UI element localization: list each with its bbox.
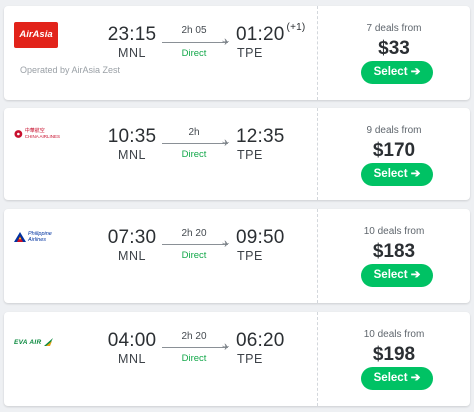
airline-logo-eva-air: EVA AIR — [14, 338, 53, 346]
route-line — [162, 143, 228, 144]
departure-airport-code: MNL — [118, 249, 146, 263]
flight-card[interactable]: EVA AIR 04:00 MNL 2h 20 ✈ Direct 06:20 T… — [4, 312, 470, 406]
route-line — [162, 42, 228, 43]
departure-airport-code: MNL — [118, 148, 146, 162]
route-line — [162, 347, 228, 348]
price: $170 — [372, 140, 416, 161]
airline-logo-china-airlines: 中華航空 CHINA AIRLINES — [14, 128, 60, 140]
pal-logo-mark: Philippine Airlines — [14, 231, 62, 243]
plane-icon: ✈ — [222, 239, 230, 249]
stops-label: Direct — [181, 48, 207, 59]
plane-icon: ✈ — [222, 37, 230, 47]
select-button[interactable]: Select ➔ — [361, 61, 433, 84]
price-panel: 9 deals from $170 Select ➔ — [318, 108, 470, 200]
deals-count: 10 deals from — [363, 329, 425, 340]
flight-duration: 2h 20 — [181, 228, 207, 239]
eva-logo-mark: EVA AIR — [14, 338, 53, 346]
flight-info: EVA AIR 04:00 MNL 2h 20 ✈ Direct 06:20 T… — [4, 312, 316, 406]
departure-time: 23:15 — [107, 24, 157, 45]
operated-by-text: Operated by AirAsia Zest — [20, 65, 121, 75]
price: $198 — [372, 344, 416, 365]
flight-info: Philippine Airlines 07:30 MNL 2h 20 ✈ Di… — [4, 209, 316, 303]
departure-airport-code: MNL — [118, 46, 146, 60]
stops-label: Direct — [181, 353, 207, 364]
arrival-time: 06:20 — [236, 330, 285, 351]
pal-flag-icon — [14, 232, 26, 242]
select-button[interactable]: Select ➔ — [361, 264, 433, 287]
plane-icon: ✈ — [222, 342, 230, 352]
arrival-airport-code: TPE — [237, 46, 263, 60]
arrival-time: 09:50 — [236, 227, 285, 248]
arrival-airport-code: TPE — [237, 352, 263, 366]
flight-info: 中華航空 CHINA AIRLINES 10:35 MNL 2h ✈ Direc… — [4, 108, 316, 200]
eva-wing-icon — [43, 338, 53, 346]
eva-logo-text: EVA AIR — [14, 338, 42, 346]
pal-logo-text: Philippine Airlines — [28, 231, 52, 243]
arrival-airport-code: TPE — [237, 249, 263, 263]
departure-airport-code: MNL — [118, 352, 146, 366]
flight-card[interactable]: Philippine Airlines 07:30 MNL 2h 20 ✈ Di… — [4, 209, 470, 303]
flight-duration: 2h 05 — [181, 25, 207, 36]
deals-count: 7 deals from — [366, 23, 422, 34]
arrival-airport-code: TPE — [237, 148, 263, 162]
departure-time: 04:00 — [107, 330, 157, 351]
price: $33 — [378, 38, 410, 59]
arrival-time-group: 01:20 (+1) — [236, 22, 306, 46]
departure-time: 10:35 — [107, 126, 157, 147]
departure-time: 07:30 — [107, 227, 157, 248]
arrival-time: 01:20 — [236, 24, 285, 45]
china-airlines-logo-mark: 中華航空 CHINA AIRLINES — [14, 128, 60, 140]
price-panel: 10 deals from $198 Select ➔ — [318, 312, 470, 406]
stops-label: Direct — [181, 250, 207, 261]
price: $183 — [372, 241, 416, 262]
route-line — [162, 244, 228, 245]
select-button[interactable]: Select ➔ — [361, 163, 433, 186]
price-panel: 10 deals from $183 Select ➔ — [318, 209, 470, 303]
china-airlines-logo-text: CHINA AIRLINES — [24, 134, 60, 139]
select-button[interactable]: Select ➔ — [361, 367, 433, 390]
price-panel: 7 deals from $33 Select ➔ — [318, 6, 470, 100]
airline-logo-philippine-airlines: Philippine Airlines — [14, 231, 62, 243]
plane-icon: ✈ — [222, 138, 230, 148]
airline-logo-airasia: AirAsia — [14, 22, 58, 48]
plum-blossom-icon — [14, 130, 23, 138]
stops-label: Direct — [181, 149, 207, 160]
flight-info: AirAsia Operated by AirAsia Zest 23:15 M… — [4, 6, 316, 100]
next-day-indicator: (+1) — [286, 22, 306, 33]
arrival-time: 12:35 — [236, 126, 285, 147]
flight-card[interactable]: AirAsia Operated by AirAsia Zest 23:15 M… — [4, 6, 470, 100]
flight-duration: 2h 20 — [181, 331, 207, 342]
deals-count: 9 deals from — [366, 125, 422, 136]
deals-count: 10 deals from — [363, 226, 425, 237]
flight-card[interactable]: 中華航空 CHINA AIRLINES 10:35 MNL 2h ✈ Direc… — [4, 108, 470, 200]
flight-duration: 2h — [188, 127, 200, 138]
